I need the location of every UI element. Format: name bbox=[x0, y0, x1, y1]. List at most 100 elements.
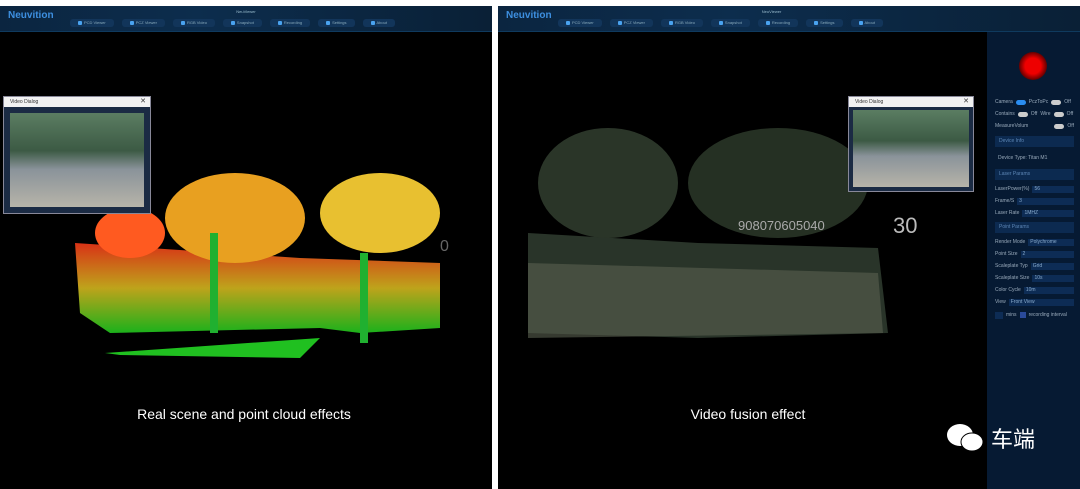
nav-pcz-viewer[interactable]: PCZ Viewer bbox=[609, 19, 653, 27]
laser-params-header: Laser Params bbox=[995, 169, 1074, 180]
nav-label: PCD Viewer bbox=[572, 20, 594, 25]
info-icon bbox=[858, 21, 863, 25]
nav-label: Snapshot bbox=[236, 20, 254, 25]
nav-settings[interactable]: Settings bbox=[806, 19, 843, 27]
close-icon[interactable]: ✕ bbox=[963, 97, 969, 107]
wechat-icon bbox=[947, 424, 984, 452]
pcz-label: PczToPc bbox=[1028, 99, 1049, 105]
left-window: Neuvition NeuViewer PCD Viewer PCZ Viewe… bbox=[0, 6, 492, 489]
video-frame bbox=[853, 110, 969, 187]
laser-power-input[interactable]: 56 bbox=[1032, 185, 1074, 193]
caption: Video fusion effect bbox=[690, 406, 806, 422]
nav-recording[interactable]: Recording bbox=[757, 19, 799, 27]
wire-label: Wire bbox=[1040, 111, 1051, 117]
nav-rgb-video[interactable]: RGB Video bbox=[172, 19, 215, 27]
file-icon bbox=[78, 21, 82, 25]
dialog-title: Video Dialog bbox=[855, 99, 884, 105]
nav-settings[interactable]: Settings bbox=[318, 19, 355, 27]
view-select[interactable]: Front View bbox=[1008, 298, 1074, 306]
video-icon bbox=[668, 21, 673, 25]
record-icon bbox=[277, 21, 282, 25]
logo: Neuvition bbox=[506, 10, 552, 21]
measure-toggle[interactable] bbox=[1054, 123, 1065, 129]
nav-about[interactable]: About bbox=[850, 19, 883, 27]
laser-power-label: LaserPower(%) bbox=[995, 186, 1030, 192]
laser-rate-label: Laser Rate bbox=[995, 210, 1020, 216]
contains-toggle[interactable] bbox=[1017, 111, 1028, 117]
scale-label: 908070605040 bbox=[738, 218, 825, 233]
record-button[interactable] bbox=[1019, 52, 1047, 80]
pcz-state: Off bbox=[1064, 99, 1071, 105]
nav-snapshot[interactable]: Snapshot bbox=[710, 19, 750, 27]
video-frame bbox=[10, 113, 144, 207]
nav-recording[interactable]: Recording bbox=[269, 19, 311, 27]
video-dialog[interactable]: Video Dialog ✕ bbox=[848, 96, 974, 192]
device-type: Device Type: Titan M1 bbox=[998, 155, 1048, 161]
point-params-header: Point Params bbox=[995, 222, 1074, 233]
info-icon bbox=[370, 21, 375, 25]
point-size-label: Point Size bbox=[995, 251, 1018, 257]
nav-label: About bbox=[864, 20, 875, 25]
point-size-select[interactable]: 2 bbox=[1020, 250, 1074, 258]
video-dialog[interactable]: Video Dialog ✕ bbox=[3, 96, 151, 214]
watermark-text: 车端 bbox=[991, 427, 1036, 452]
recording-interval-label: recording interval bbox=[1028, 312, 1067, 318]
nav-label: About bbox=[376, 20, 387, 25]
pcz-toggle[interactable] bbox=[1051, 99, 1062, 105]
measure-label: MeasureVolum bbox=[995, 123, 1029, 129]
nav-label: Recording bbox=[283, 20, 303, 25]
scaleplate-size-label: Scaleplate Size bbox=[995, 275, 1030, 281]
nav-about[interactable]: About bbox=[362, 19, 395, 27]
top-bar: Neuvition NeuViewer PCD Viewer PCZ Viewe… bbox=[0, 6, 492, 32]
scaleplate-type-label: Scaleplate Typ bbox=[995, 263, 1028, 269]
file-icon bbox=[129, 21, 134, 25]
nav-label: RGB Video bbox=[186, 20, 207, 25]
nav-label: Snapshot bbox=[724, 20, 742, 25]
caption: Real scene and point cloud effects bbox=[137, 406, 351, 422]
logo: Neuvition bbox=[8, 10, 54, 21]
nav-pcz-viewer[interactable]: PCZ Viewer bbox=[121, 19, 165, 27]
color-cycle-select[interactable]: 10m bbox=[1023, 286, 1074, 294]
scaleplate-size-select[interactable]: 10s bbox=[1032, 274, 1074, 282]
control-panel: Camera PczToPc Off Contains Off Wire Off Meas… bbox=[987, 32, 1080, 489]
mins-label: mins bbox=[1006, 312, 1017, 318]
record-icon bbox=[765, 21, 770, 25]
nav-label: PCZ Viewer bbox=[623, 20, 645, 25]
camera-label: Camera bbox=[995, 99, 1013, 105]
gear-icon bbox=[326, 21, 331, 25]
nav-snapshot[interactable]: Snapshot bbox=[222, 19, 262, 27]
render-mode-select[interactable]: Polychrome bbox=[1028, 238, 1074, 246]
scaleplate-type-select[interactable]: Grid bbox=[1030, 262, 1074, 270]
nav-label: Recording bbox=[771, 20, 791, 25]
nav-label: PCD Viewer bbox=[84, 20, 106, 25]
right-window: Neuvition NeuViewer PCD Viewer PCZ Viewe… bbox=[498, 6, 1080, 489]
camera-toggle[interactable] bbox=[1015, 99, 1026, 105]
measure-state: Off bbox=[1067, 123, 1074, 129]
frame-select[interactable]: 3 bbox=[1017, 197, 1074, 205]
device-info-header: Device Info bbox=[995, 136, 1074, 147]
laser-rate-select[interactable]: 1MHZ bbox=[1022, 209, 1074, 217]
wire-toggle[interactable] bbox=[1053, 111, 1064, 117]
nav-pcd-viewer[interactable]: PCD Viewer bbox=[558, 19, 602, 27]
file-icon bbox=[566, 21, 570, 25]
scale-label-near: 30 bbox=[893, 213, 918, 238]
watermark: 车端 bbox=[945, 422, 1035, 454]
camera-icon bbox=[718, 21, 723, 25]
nav-label: PCZ Viewer bbox=[135, 20, 157, 25]
nav-pcd-viewer[interactable]: PCD Viewer bbox=[70, 19, 114, 27]
view-label: View bbox=[995, 299, 1006, 305]
nav-label: Settings bbox=[820, 20, 835, 25]
nav-rgb-video[interactable]: RGB Video bbox=[660, 19, 703, 27]
close-icon[interactable]: ✕ bbox=[140, 97, 146, 107]
contains-state: Off bbox=[1030, 111, 1038, 117]
gear-icon bbox=[814, 21, 819, 25]
color-cycle-label: Color Cycle bbox=[995, 287, 1021, 293]
nav-label: Settings bbox=[332, 20, 347, 25]
frame-label: Frame/S bbox=[995, 198, 1015, 204]
recording-interval-checkbox[interactable] bbox=[1019, 312, 1026, 318]
app-title: NeuViewer bbox=[236, 9, 256, 14]
wire-state: Off bbox=[1066, 111, 1074, 117]
video-icon bbox=[180, 21, 185, 25]
camera-icon bbox=[230, 21, 235, 25]
mins-input[interactable] bbox=[995, 311, 1003, 319]
